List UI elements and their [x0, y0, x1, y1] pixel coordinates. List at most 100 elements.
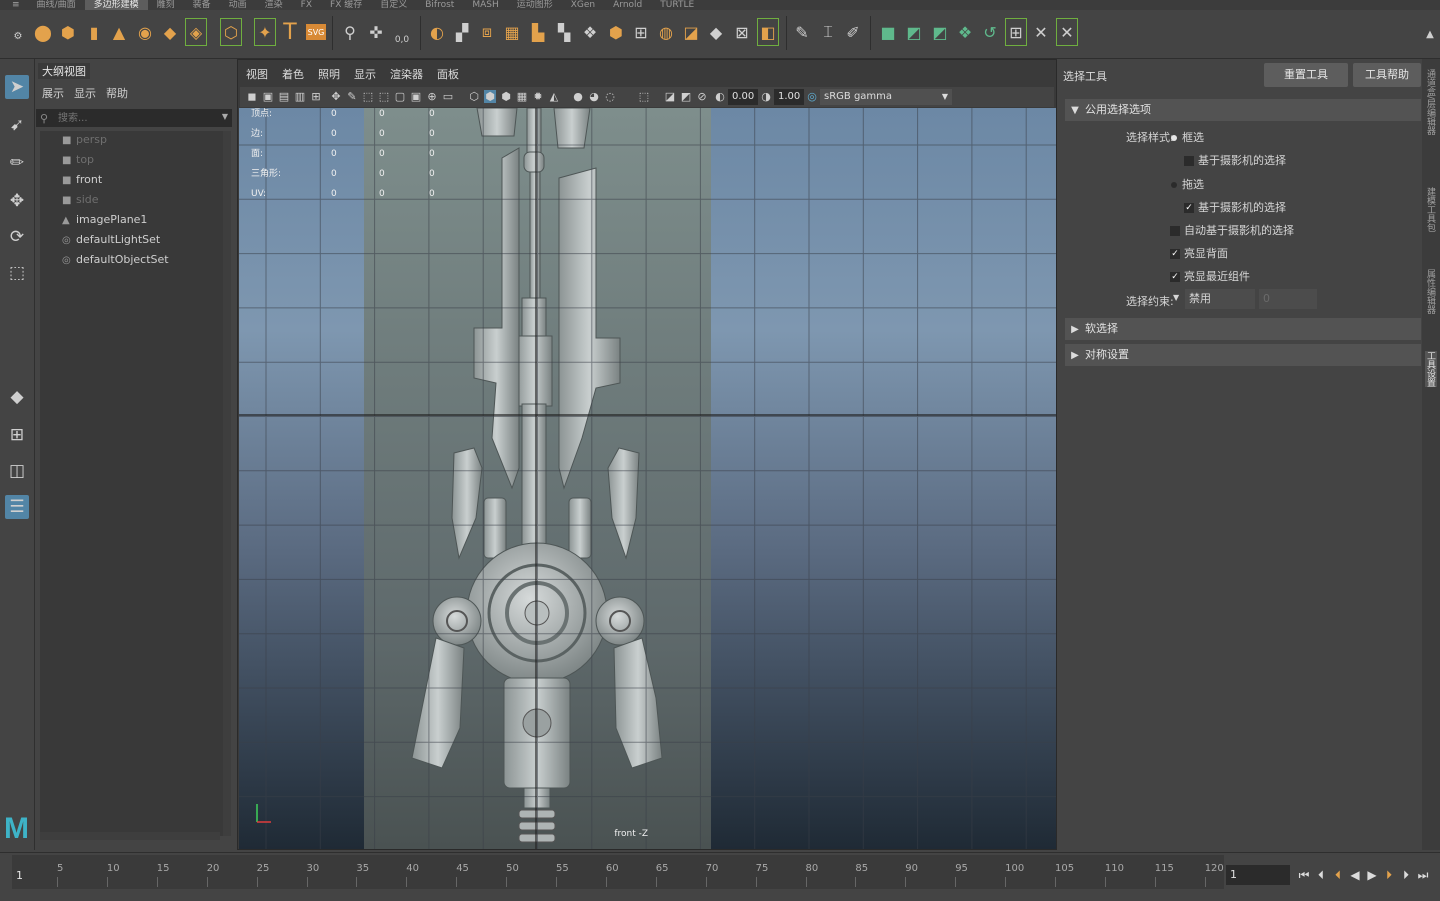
- search-options-icon[interactable]: ⚲: [40, 112, 48, 125]
- wireframe-on-shaded-icon[interactable]: ⬢: [500, 90, 512, 103]
- current-frame-field[interactable]: 1: [1226, 865, 1290, 885]
- sculpt-brush-icon[interactable]: ✎: [792, 20, 812, 44]
- section-symmetry[interactable]: ▶ 对称设置: [1065, 344, 1421, 366]
- separate-icon[interactable]: ▞: [452, 20, 472, 44]
- poly-plane-icon[interactable]: ◆: [160, 20, 180, 44]
- poly-torus-icon[interactable]: ◉: [135, 20, 155, 44]
- play-forward-icon[interactable]: ▶: [1364, 865, 1380, 885]
- poly-sphere-icon[interactable]: ⬤: [33, 20, 53, 44]
- grid-toggle-icon[interactable]: ⊞: [310, 90, 322, 103]
- timeline-bar[interactable]: 5 10 15 20 25 30 35 40 45 50 55 60 65 70 75 80 85 90 95 100…: [12, 855, 1224, 889]
- poly-cylinder-icon[interactable]: ▮: [84, 20, 104, 44]
- viewport-menu-item[interactable]: 着色: [282, 66, 304, 82]
- ruler-icon[interactable]: ⌶: [818, 20, 838, 44]
- shelf-tab[interactable]: 装备: [184, 0, 220, 10]
- uv-spherical-icon[interactable]: ◩: [930, 20, 950, 44]
- shelf-tab[interactable]: TURTLE: [651, 0, 703, 10]
- go-to-start-icon[interactable]: ⏮: [1296, 865, 1312, 885]
- reduce-icon[interactable]: ❖: [580, 20, 600, 44]
- single-view-icon[interactable]: ◆: [5, 385, 29, 409]
- poly-platonic-icon[interactable]: ⬡: [221, 20, 241, 44]
- xray-icon[interactable]: ◪: [664, 90, 676, 103]
- lights-icon[interactable]: ✹: [532, 90, 544, 103]
- shelf-tab[interactable]: 曲线/曲面: [28, 0, 85, 10]
- outliner-menu-display[interactable]: 展示: [42, 85, 64, 101]
- motion-blur-icon[interactable]: ◕: [588, 90, 600, 103]
- shelf-tab[interactable]: 多边形建模: [84, 0, 148, 10]
- outliner-item[interactable]: ■ top: [62, 151, 94, 169]
- safe-action-icon[interactable]: ▭: [442, 90, 454, 103]
- step-forward-frame-icon[interactable]: ⏵: [1398, 865, 1414, 885]
- field-chart-icon[interactable]: ⊕: [426, 90, 438, 103]
- super-shape-icon[interactable]: ✦: [255, 20, 275, 44]
- type-icon[interactable]: T: [280, 20, 300, 45]
- constraint-value-field[interactable]: 0: [1259, 289, 1317, 309]
- poly-cone-icon[interactable]: ▲: [109, 20, 129, 44]
- viewport-menu-item[interactable]: 视图: [246, 66, 268, 82]
- highlight-backfaces-checkbox[interactable]: ✓ 亮显背面: [1170, 245, 1228, 261]
- outliner-item[interactable]: ◎ defaultObjectSet: [62, 251, 169, 269]
- target-weld-icon[interactable]: ⊠: [732, 20, 752, 44]
- camera-based-checkbox-2[interactable]: ✓ 基于摄影机的选择: [1184, 199, 1286, 215]
- extract-icon[interactable]: ▚: [554, 20, 574, 44]
- select-camera-icon[interactable]: ◼: [246, 90, 258, 103]
- step-back-frame-icon[interactable]: ⏴: [1313, 865, 1329, 885]
- poly-cube-icon[interactable]: ⬢: [58, 20, 78, 44]
- insert-edge-loop-icon[interactable]: ◧: [758, 20, 778, 44]
- anti-alias-icon[interactable]: ◌: [604, 90, 616, 103]
- selection-constraint-dropdown[interactable]: 禁用: [1185, 289, 1255, 309]
- go-to-end-icon[interactable]: ⏭: [1415, 865, 1431, 885]
- front-view[interactable]: 顶点: 0 0 0 边: 0 0 0 面: 0 0 0 三角形: 0 0 0 UV: 0 0 0 front -Z: [239, 108, 1056, 849]
- bevel-icon[interactable]: ⚲: [340, 20, 360, 44]
- section-soft-select[interactable]: ▶ 软选择: [1065, 318, 1421, 340]
- tab-tool-settings[interactable]: 工具设置: [1425, 351, 1437, 387]
- outliner-item[interactable]: ▲ imagePlane1: [62, 211, 147, 229]
- section-common-selection[interactable]: ▼ 公用选择选项: [1065, 99, 1421, 121]
- outliner-item[interactable]: ◎ defaultLightSet: [62, 231, 160, 249]
- shelf-tab[interactable]: XGen: [562, 0, 604, 10]
- center-pivot-icon[interactable]: 0,0: [392, 28, 412, 52]
- lasso-tool-icon[interactable]: ➹: [5, 113, 29, 137]
- quad-draw-icon[interactable]: ✐: [843, 20, 863, 44]
- 2d-pan-icon[interactable]: ✥: [330, 90, 342, 103]
- frame-all-icon[interactable]: ⬚: [362, 90, 374, 103]
- resolution-gate-icon[interactable]: ▢: [394, 90, 406, 103]
- frame-selected-icon[interactable]: ⬚: [378, 90, 390, 103]
- shelf-tab[interactable]: 运动图形: [508, 0, 562, 10]
- isolate-select-icon[interactable]: ⬚: [638, 90, 650, 103]
- mirror-icon[interactable]: ⧈: [477, 20, 497, 44]
- viewport-menu-item[interactable]: 照明: [318, 66, 340, 82]
- tool-help-button[interactable]: 工具帮助: [1353, 63, 1421, 87]
- gamma-field[interactable]: 1.00: [774, 89, 805, 105]
- shelf-tab[interactable]: 渲染: [256, 0, 292, 10]
- shelf-tab[interactable]: 雕刻: [148, 0, 184, 10]
- camera-attr-icon[interactable]: ▣: [262, 90, 274, 103]
- poly-disc-icon[interactable]: ◈: [186, 20, 206, 44]
- outliner-layout-icon[interactable]: ☰: [5, 495, 29, 519]
- merge-icon[interactable]: ◆: [706, 20, 726, 44]
- ambient-occlusion-icon[interactable]: ●: [572, 90, 584, 103]
- drag-radio[interactable]: 拖选: [1171, 176, 1204, 192]
- gate-mask-icon[interactable]: ▣: [410, 90, 422, 103]
- uv-unfold-icon[interactable]: ↺: [980, 20, 1000, 44]
- bridge-icon[interactable]: ◍: [656, 20, 676, 44]
- uv-cylindrical-icon[interactable]: ◩: [904, 20, 924, 44]
- shelf-tab[interactable]: Bifrost: [416, 0, 463, 10]
- fill-hole-icon[interactable]: ⬢: [606, 20, 626, 44]
- svg-icon[interactable]: SVG: [306, 24, 326, 40]
- shelf-options-icon[interactable]: ⚙: [8, 24, 28, 48]
- two-view-icon[interactable]: ◫: [5, 459, 29, 483]
- rotate-tool-icon[interactable]: ⟳: [5, 225, 29, 249]
- move-tool-icon[interactable]: ✥: [5, 189, 29, 213]
- exposure-icon[interactable]: ◐: [714, 90, 726, 103]
- textured-icon[interactable]: ▦: [516, 90, 528, 103]
- paint-select-icon[interactable]: ✏: [5, 151, 29, 175]
- shelf-tab[interactable]: FX 缓存: [321, 0, 371, 10]
- chevron-down-icon[interactable]: ▼: [222, 112, 228, 121]
- smooth-shade-icon[interactable]: ⬢: [484, 90, 496, 103]
- combine-icon[interactable]: ◐: [427, 20, 447, 44]
- shelf-tab[interactable]: MASH: [463, 0, 507, 10]
- uv-planar-icon[interactable]: ■: [878, 20, 898, 44]
- color-management-icon[interactable]: ◎: [806, 90, 818, 103]
- tab-attribute-editor[interactable]: 属性编辑器: [1425, 269, 1437, 314]
